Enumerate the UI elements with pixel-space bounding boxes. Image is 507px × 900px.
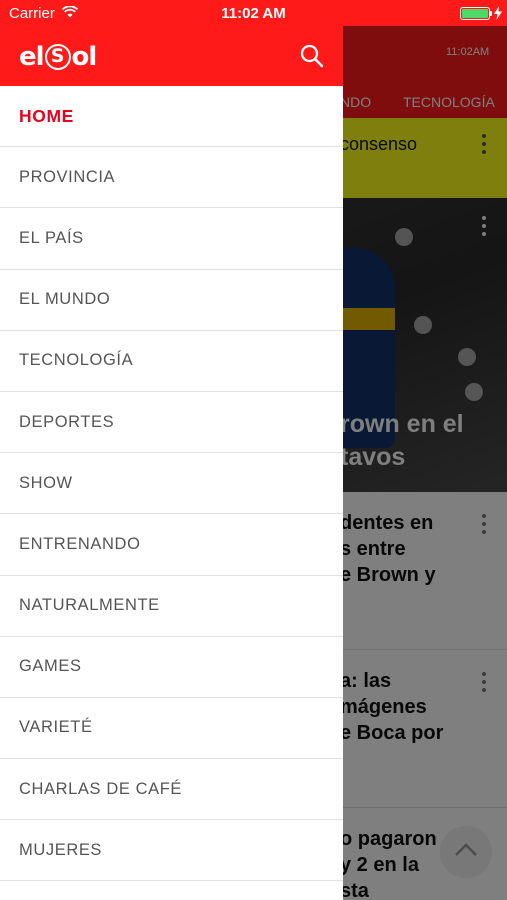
charging-bolt-icon — [494, 6, 502, 20]
menu-item-label: GAMES — [19, 657, 82, 676]
menu-item-label: SHOW — [19, 473, 73, 492]
drawer-menu: HOME PROVINCIA EL PAÍS EL MUNDO TECNOLOGÍA DE… — [0, 86, 343, 882]
status-bar: Carrier 11:02 AM — [0, 0, 507, 26]
menu-item-label: DEPORTES — [19, 412, 115, 431]
menu-item-label: MUJERES — [19, 840, 103, 859]
status-time: 11:02 AM — [221, 5, 286, 22]
menu-item-home[interactable]: HOME — [0, 86, 343, 148]
menu-item-provincia[interactable]: PROVINCIA — [0, 147, 343, 209]
search-button[interactable] — [299, 43, 325, 69]
menu-item-show[interactable]: SHOW — [0, 453, 343, 515]
menu-item-charlas-de-café[interactable]: CHARLAS DE CAFÉ — [0, 759, 343, 821]
menu-item-el-mundo[interactable]: EL MUNDO — [0, 270, 343, 331]
menu-item-varieté[interactable]: VARIETÉ — [0, 698, 343, 760]
menu-item-label: EL PAÍS — [19, 228, 84, 247]
menu-item-el-país[interactable]: EL PAÍS — [0, 208, 343, 270]
menu-item-games[interactable]: GAMES — [0, 637, 343, 698]
battery-tip — [490, 11, 492, 16]
menu-item-label: HOME — [19, 105, 74, 126]
drawer-header: el Sol — [0, 26, 343, 86]
menu-item-label: EL MUNDO — [19, 290, 111, 309]
search-icon — [300, 44, 324, 68]
menu-item-label: VARIETÉ — [19, 718, 93, 737]
menu-item-label: PROVINCIA — [19, 167, 116, 186]
elsol-logo[interactable]: el Sol — [19, 42, 97, 72]
menu-item-tecnología[interactable]: TECNOLOGÍA — [0, 331, 343, 392]
menu-item-label: TECNOLOGÍA — [19, 351, 134, 370]
menu-item-naturalmente[interactable]: NATURALMENTE — [0, 576, 343, 637]
menu-item-mujeres[interactable]: MUJERES — [0, 820, 343, 882]
navigation-drawer: el Sol HOME PROVINCIA EL PAÍS EL MUNDO TECNOL… — [0, 26, 343, 900]
menu-item-label: NATURALMENTE — [19, 596, 160, 615]
menu-item-label: ENTRENANDO — [19, 534, 141, 553]
menu-item-entrenando[interactable]: ENTRENANDO — [0, 514, 343, 576]
menu-item-label: CHARLAS DE CAFÉ — [19, 779, 183, 798]
menu-item-deportes[interactable]: DEPORTES — [0, 392, 343, 454]
battery-icon — [460, 7, 490, 20]
